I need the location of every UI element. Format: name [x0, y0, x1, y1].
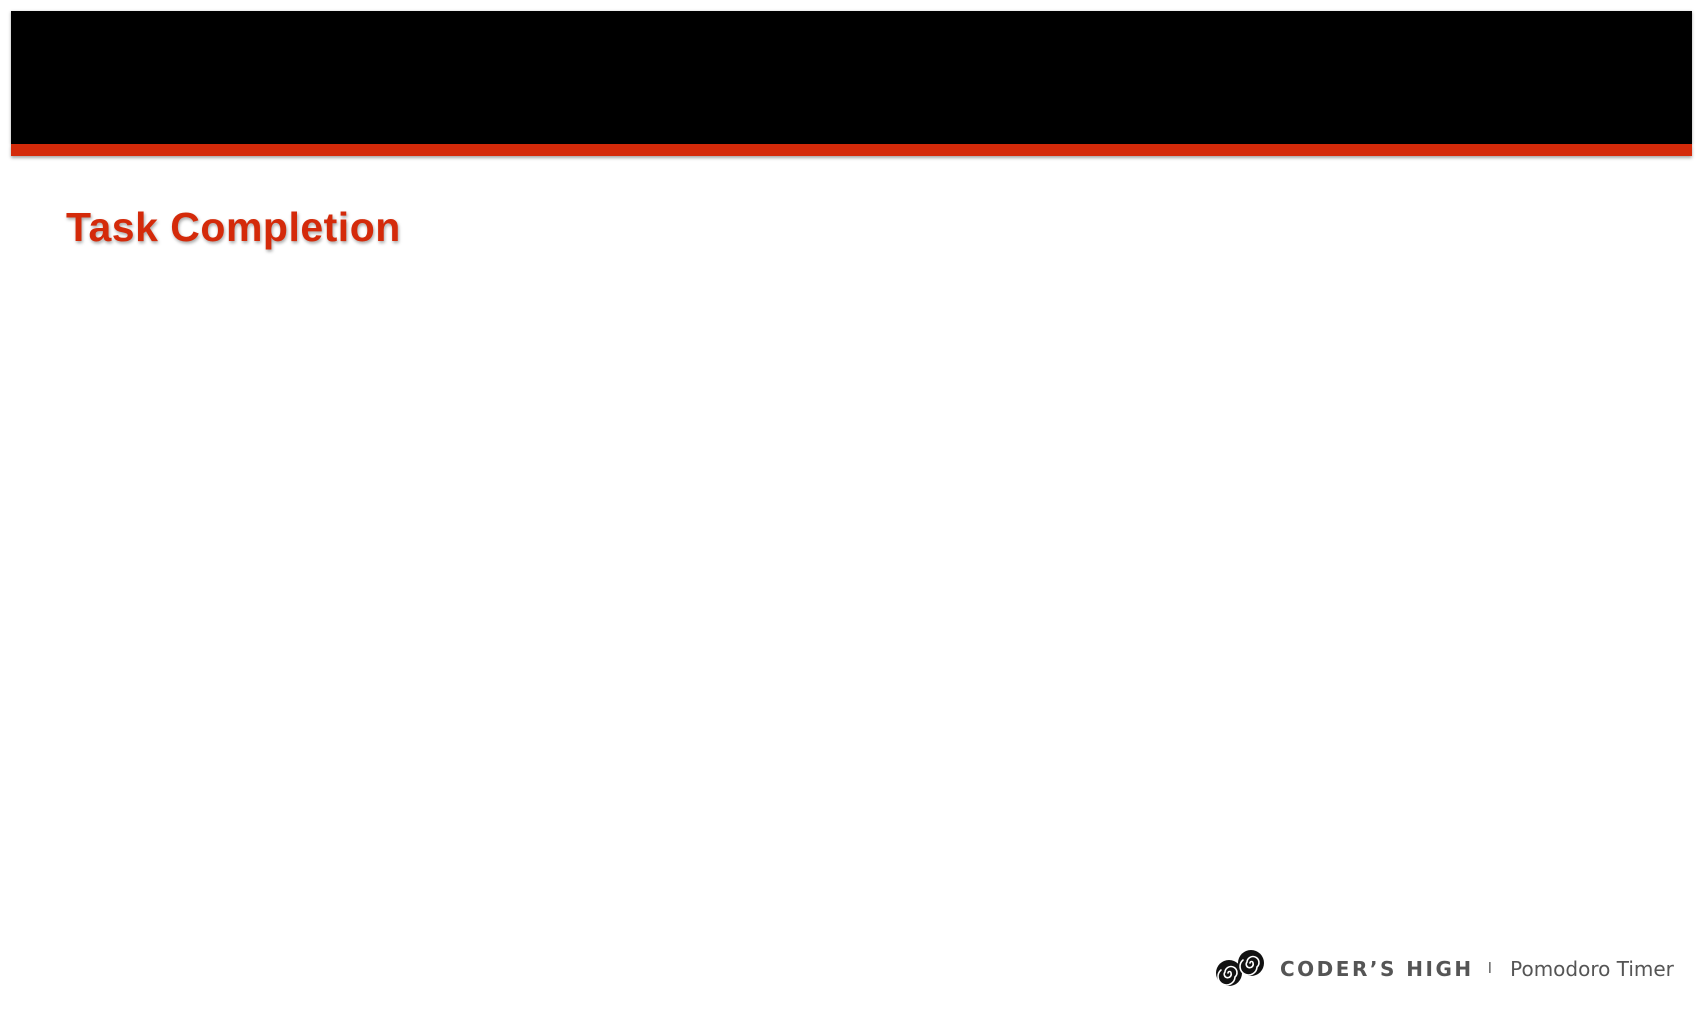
slide-title: Task Completion — [66, 204, 401, 250]
slide: Task Completion CODER’S HIGH I Pomodoro … — [0, 0, 1702, 1012]
product-name: Pomodoro Timer — [1510, 957, 1674, 981]
footer-separator: I — [1487, 960, 1493, 977]
spiral-eyes-logo-icon — [1216, 950, 1264, 986]
header-band — [11, 11, 1692, 144]
header-accent-stripe — [11, 144, 1692, 156]
footer-branding: CODER’S HIGH I Pomodoro Timer — [1212, 944, 1674, 994]
brand-name: CODER’S HIGH — [1280, 957, 1474, 981]
